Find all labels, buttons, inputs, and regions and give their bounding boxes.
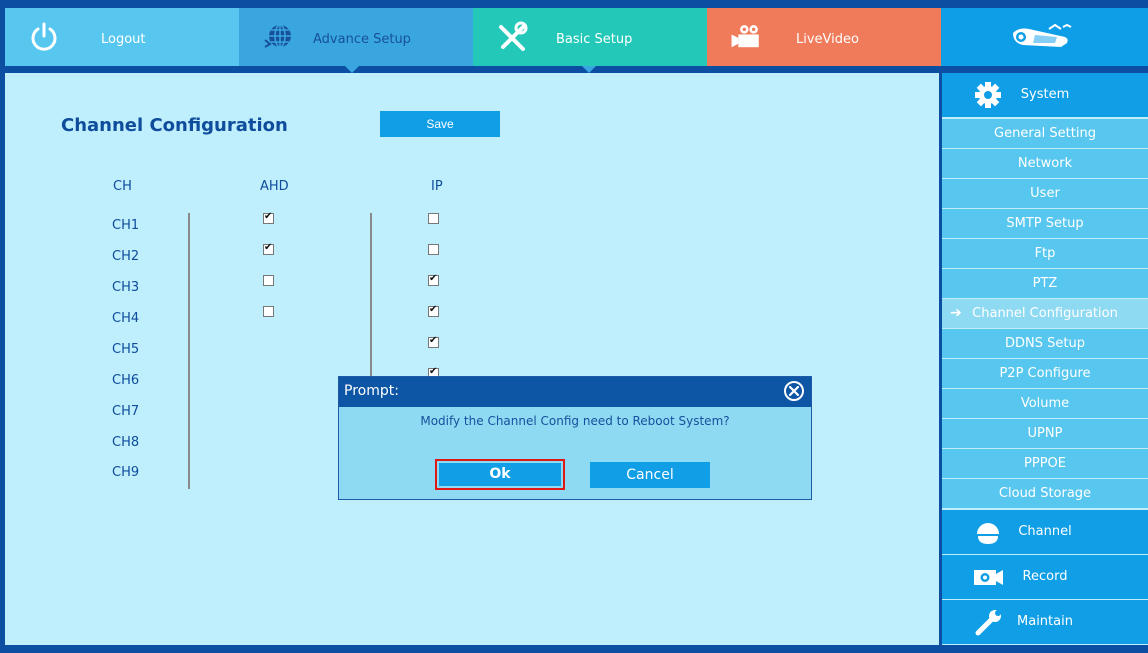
column-header-ch: CH	[113, 179, 132, 194]
sidebar-item-p2p-configure[interactable]: P2P Configure	[942, 359, 1148, 388]
channel-label: CH1	[112, 218, 140, 233]
sidebar-item-ftp[interactable]: Ftp	[942, 239, 1148, 268]
top-nav-bar: Logout Advance Setup Basic Setup LiveVid…	[5, 8, 1148, 73]
page-title: Channel Configuration	[61, 115, 288, 136]
channel-label: CH3	[112, 280, 140, 295]
sidebar-item-user[interactable]: User	[942, 179, 1148, 208]
tab-live-video[interactable]: LiveVideo	[707, 8, 941, 66]
sidebar-section-maintain[interactable]: Maintain	[942, 600, 1148, 644]
tab-logout[interactable]: Logout	[5, 8, 239, 66]
save-button[interactable]: Save	[380, 111, 500, 137]
sidebar-item-pppoe[interactable]: PPPOE	[942, 449, 1148, 478]
sidebar-section-system-label: System	[1020, 87, 1070, 102]
tab-logout-label: Logout	[101, 32, 146, 47]
ip-checkbox[interactable]	[428, 213, 439, 224]
ahd-checkbox[interactable]	[263, 211, 274, 224]
tab-advance-setup[interactable]: Advance Setup	[239, 8, 596, 73]
settings-sidebar: System General Setting Network User SMTP…	[942, 73, 1148, 645]
ahd-checkbox[interactable]	[263, 242, 274, 255]
ahd-checkbox[interactable]	[263, 306, 274, 317]
ok-button[interactable]: Ok	[435, 459, 565, 490]
tools-icon	[499, 21, 528, 51]
ok-button-label: Ok	[439, 463, 561, 486]
channel-label: CH9	[112, 465, 140, 480]
brand-logo	[941, 8, 1148, 66]
tab-live-video-label: LiveVideo	[796, 32, 859, 47]
cancel-button[interactable]: Cancel	[590, 462, 710, 488]
tab-basic-setup[interactable]: Basic Setup	[473, 8, 707, 66]
sidebar-section-record-label: Record	[1022, 569, 1068, 584]
main-panel: Channel Configuration Save CH AHD IP CH1…	[5, 73, 939, 645]
sidebar-item-network[interactable]: Network	[942, 149, 1148, 178]
ahd-checkbox[interactable]	[263, 275, 274, 286]
dialog-title-bar: Prompt:	[339, 377, 811, 407]
sidebar-item-general-setting[interactable]: General Setting	[942, 119, 1148, 148]
column-divider	[188, 213, 190, 489]
ip-checkbox[interactable]	[428, 304, 439, 317]
channel-label: CH7	[112, 404, 140, 419]
channel-label: CH8	[112, 435, 140, 450]
sidebar-section-channel[interactable]: Channel	[942, 510, 1148, 554]
dialog-title: Prompt:	[344, 383, 399, 399]
sidebar-item-ddns-setup[interactable]: DDNS Setup	[942, 329, 1148, 358]
sidebar-item-smtp-setup[interactable]: SMTP Setup	[942, 209, 1148, 238]
power-icon	[31, 22, 57, 51]
close-icon[interactable]	[783, 380, 805, 402]
prompt-dialog: Prompt: Modify the Channel Config need t…	[338, 376, 812, 500]
sidebar-section-maintain-label: Maintain	[1017, 614, 1073, 629]
sidebar-item-volume[interactable]: Volume	[942, 389, 1148, 418]
arrow-right-icon: ➔	[950, 305, 962, 321]
channel-label: CH4	[112, 311, 140, 326]
sidebar-item-channel-configuration[interactable]: ➔ Channel Configuration	[942, 299, 1148, 328]
tab-basic-setup-label: Basic Setup	[556, 32, 633, 47]
sidebar-item-cloud-storage[interactable]: Cloud Storage	[942, 479, 1148, 508]
video-camera-icon	[731, 25, 759, 48]
tab-advance-setup-label: Advance Setup	[313, 32, 411, 47]
cctv-camera-logo-icon	[1013, 23, 1072, 47]
column-header-ip: IP	[431, 179, 443, 194]
dialog-message: Modify the Channel Config need to Reboot…	[420, 414, 730, 428]
channel-label: CH2	[112, 249, 140, 264]
channel-label: CH5	[112, 342, 140, 357]
ip-checkbox[interactable]	[428, 273, 439, 286]
sidebar-item-upnp[interactable]: UPNP	[942, 419, 1148, 448]
active-tab-caret	[345, 66, 359, 73]
globe-icon	[264, 24, 291, 48]
sidebar-section-record[interactable]: Record	[942, 555, 1148, 599]
ip-checkbox[interactable]	[428, 335, 439, 348]
sidebar-section-channel-label: Channel	[1018, 524, 1072, 539]
ip-checkbox[interactable]	[428, 244, 439, 255]
sidebar-section-system[interactable]: System	[942, 73, 1148, 117]
sidebar-item-label: Channel Configuration	[972, 306, 1118, 321]
column-header-ahd: AHD	[260, 179, 289, 194]
channel-label: CH6	[112, 373, 140, 388]
sidebar-item-ptz[interactable]: PTZ	[942, 269, 1148, 298]
